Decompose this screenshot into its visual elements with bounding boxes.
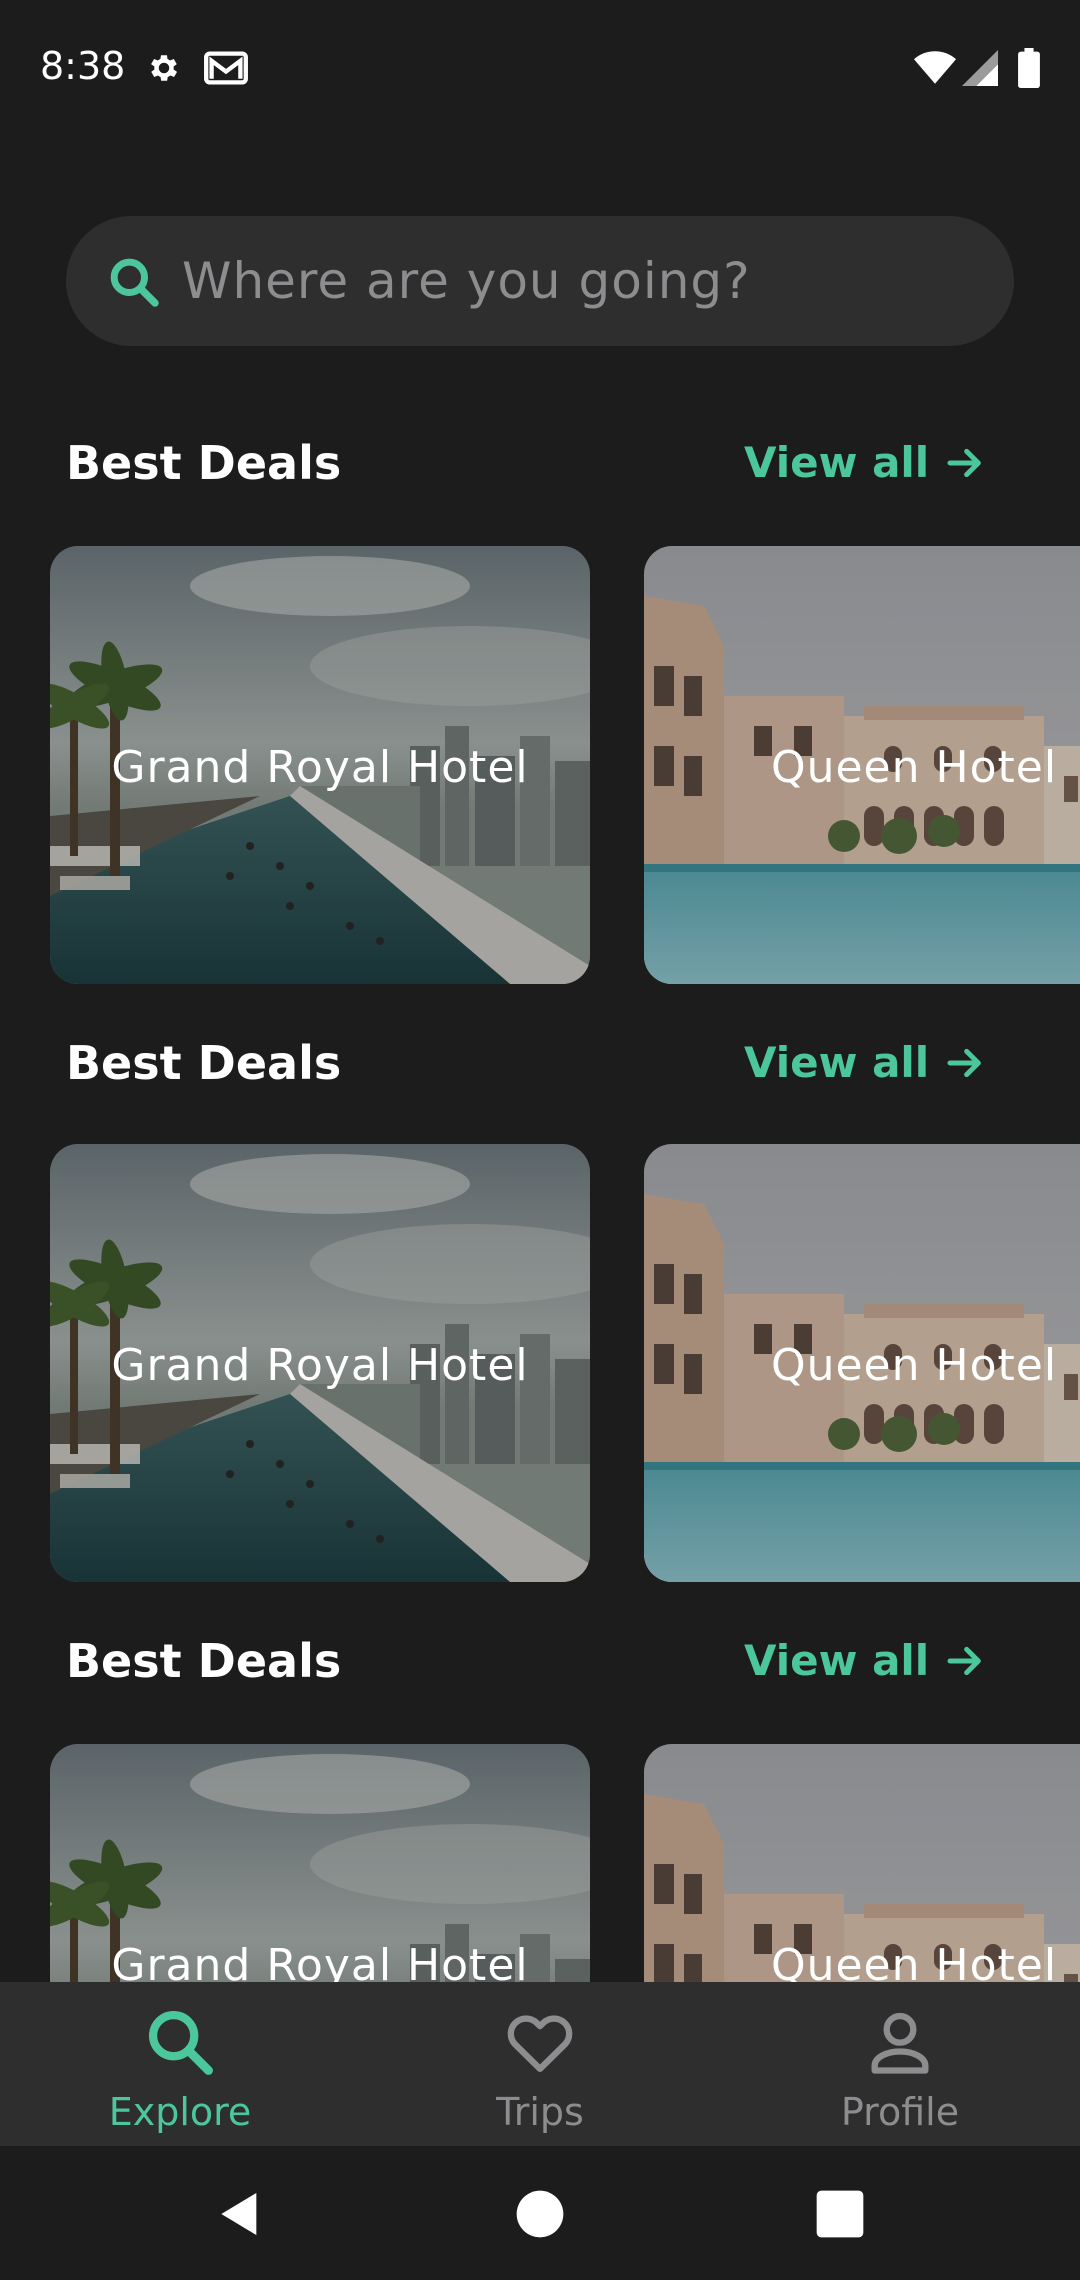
search-icon (148, 2010, 213, 2075)
hotel-card[interactable]: Queen Hotel (644, 1144, 1080, 1582)
gmail-icon (204, 51, 248, 85)
system-nav-bar (0, 2146, 1080, 2280)
nav-label: Trips (496, 2090, 584, 2134)
battery-icon (1018, 48, 1040, 88)
view-all-button[interactable]: View all (744, 438, 985, 487)
status-bar: 8:38 (0, 0, 1080, 132)
section-title: Best Deals (66, 436, 342, 490)
search-icon (110, 258, 159, 307)
hotel-name: Queen Hotel (770, 1340, 1058, 1391)
arrow-right-icon (947, 1646, 982, 1675)
nav-label: Profile (840, 2090, 960, 2134)
bottom-nav: Explore Trips Profile (0, 1982, 1080, 2146)
nav-explore[interactable]: Explore (0, 1982, 360, 2146)
heart-icon (507, 2015, 573, 2073)
wifi-icon (914, 51, 956, 84)
recents-icon[interactable] (812, 2186, 868, 2242)
signal-icon (962, 50, 998, 86)
view-all-label: View all (744, 438, 930, 487)
gear-icon (151, 55, 178, 81)
section-title: Best Deals (66, 1634, 342, 1688)
arrow-right-icon (947, 1048, 982, 1077)
nav-profile[interactable]: Profile (720, 1982, 1080, 2146)
nav-trips[interactable]: Trips (360, 1982, 720, 2146)
hotel-name: Grand Royal Hotel (111, 742, 529, 793)
home-icon[interactable] (512, 2186, 568, 2242)
view-all-label: View all (744, 1038, 930, 1087)
hotel-name: Queen Hotel (770, 742, 1058, 793)
hotel-card[interactable]: Queen Hotel (644, 546, 1080, 984)
person-icon (871, 2012, 929, 2074)
hotel-card[interactable]: Grand Royal Hotel (50, 1144, 590, 1582)
nav-label: Explore (108, 2090, 252, 2134)
arrow-right-icon (947, 448, 982, 477)
view-all-button[interactable]: View all (744, 1038, 985, 1087)
hotel-card[interactable]: Grand Royal Hotel (50, 546, 590, 984)
status-time: 8:38 (40, 44, 126, 88)
search-bar[interactable] (66, 216, 1014, 346)
search-input[interactable] (182, 236, 982, 326)
section-title: Best Deals (66, 1036, 342, 1090)
view-all-button[interactable]: View all (744, 1636, 985, 1685)
hotel-name: Grand Royal Hotel (111, 1340, 529, 1391)
view-all-label: View all (744, 1636, 930, 1685)
back-icon[interactable] (212, 2186, 268, 2242)
